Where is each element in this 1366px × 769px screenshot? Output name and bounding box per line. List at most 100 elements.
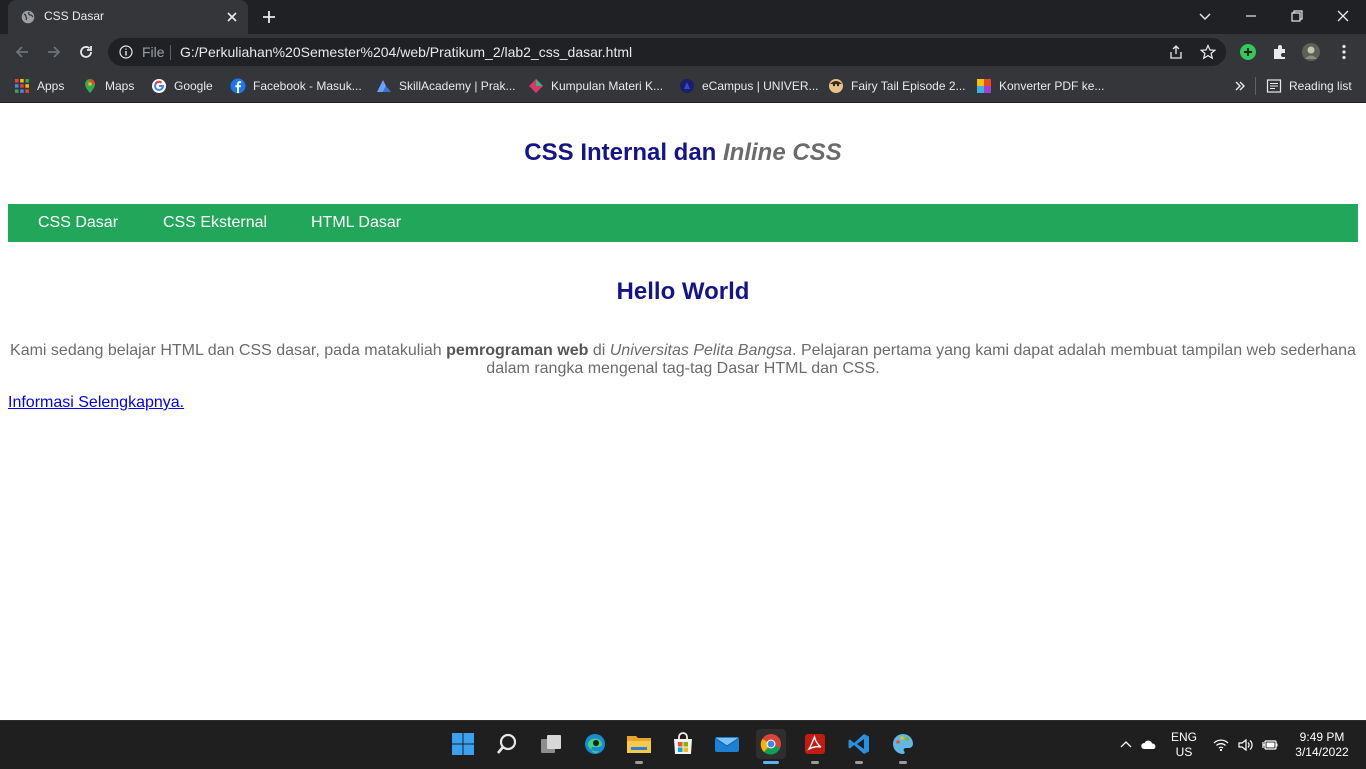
language-code: ENG xyxy=(1170,730,1197,744)
bookmark-label: Apps xyxy=(37,79,65,93)
url-text[interactable]: G:/Perkuliahan%20Semester%204/web/Pratik… xyxy=(180,44,632,60)
taskbar-app-paint[interactable] xyxy=(888,729,918,764)
site-info-icon[interactable] xyxy=(119,45,133,59)
chrome-menu-icon[interactable] xyxy=(1334,42,1354,62)
reading-list-label: Reading list xyxy=(1289,79,1352,93)
ecampus-icon xyxy=(680,79,694,93)
bookmark-facebook[interactable]: Facebook - Masuk... xyxy=(230,77,362,95)
bookmark-label: Kumpulan Materi K... xyxy=(551,79,664,93)
more-info-link[interactable]: Informasi Selengkapnya. xyxy=(8,394,184,412)
nav-link-css-eksternal[interactable]: CSS Eksternal xyxy=(163,214,267,232)
bookmark-star-icon[interactable] xyxy=(1200,44,1216,60)
google-icon xyxy=(152,79,166,93)
share-icon[interactable] xyxy=(1168,44,1184,60)
paragraph-text-1: Kami sedang belajar HTML dan CSS dasar, … xyxy=(10,342,447,359)
bookmark-label: SkillAcademy | Prak... xyxy=(399,79,516,93)
task-view-button[interactable] xyxy=(536,729,566,759)
skillacademy-icon xyxy=(377,80,391,92)
globe-icon xyxy=(21,10,35,24)
bookmark-fairy-tail[interactable]: Fairy Tail Episode 2... xyxy=(828,77,966,95)
page-title-main: CSS Internal dan xyxy=(524,139,723,166)
file-explorer-icon xyxy=(627,736,651,753)
bookmarks-bar: Apps Maps Google Facebook - Masuk... Ski… xyxy=(0,70,1366,103)
bookmark-apps[interactable]: Apps xyxy=(14,77,64,95)
language-region: US xyxy=(1175,745,1193,759)
microsoft-store-icon xyxy=(674,732,692,754)
new-tab-icon[interactable] xyxy=(260,8,278,26)
taskbar-app-acrobat[interactable] xyxy=(800,729,830,764)
nav-bar: CSS Dasar CSS Eksternal HTML Dasar xyxy=(8,204,1358,242)
fairy-tail-icon xyxy=(829,79,843,93)
close-tab-icon[interactable] xyxy=(224,9,240,25)
more-bookmarks-chevron-icon[interactable] xyxy=(1233,79,1247,93)
reading-list-icon xyxy=(1266,79,1282,93)
restore-icon[interactable] xyxy=(1286,6,1308,26)
tab-search-chevron-icon[interactable] xyxy=(1194,6,1216,26)
system-clock[interactable]: 9:49 PM 3/14/2022 xyxy=(1290,730,1354,760)
running-indicator xyxy=(811,761,819,764)
paragraph-bold: pemrograman web xyxy=(446,342,589,359)
minimize-icon[interactable] xyxy=(1240,6,1262,26)
close-window-icon[interactable] xyxy=(1332,6,1354,26)
bookmark-label: Konverter PDF ke... xyxy=(999,79,1105,93)
clock-time: 9:49 PM xyxy=(1299,730,1345,744)
taskbar-app-vscode[interactable] xyxy=(844,729,874,764)
extension-plus-icon[interactable] xyxy=(1238,42,1258,62)
reading-list-button[interactable]: Reading list xyxy=(1266,77,1352,95)
taskbar-app-mail[interactable] xyxy=(712,729,742,759)
onedrive-cloud-icon[interactable] xyxy=(1141,737,1157,753)
taskbar-app-file-explorer[interactable] xyxy=(624,729,654,764)
address-bar[interactable]: File G:/Perkuliahan%20Semester%204/web/P… xyxy=(108,38,1226,66)
edge-icon xyxy=(585,734,605,754)
pdf-converter-icon xyxy=(977,79,991,93)
taskbar-app-edge[interactable] xyxy=(580,729,610,759)
bookmark-label: Maps xyxy=(105,79,135,93)
back-arrow-icon[interactable] xyxy=(12,42,32,62)
windows-taskbar: ENG US 9:49 PM 3/14/2022 xyxy=(0,720,1366,769)
kumpulan-materi-icon xyxy=(529,79,543,93)
bookmark-maps[interactable]: Maps xyxy=(82,77,134,95)
bookmark-google[interactable]: Google xyxy=(151,77,213,95)
search-icon xyxy=(497,733,517,754)
nav-link-html-dasar[interactable]: HTML Dasar xyxy=(311,214,401,232)
profile-avatar-icon[interactable] xyxy=(1301,42,1321,62)
apps-grid-icon xyxy=(15,79,29,93)
bookmark-ecampus[interactable]: eCampus | UNIVER... xyxy=(679,77,818,95)
start-icon xyxy=(452,733,474,755)
content-heading: Hello World xyxy=(616,278,750,305)
reload-icon[interactable] xyxy=(76,42,96,62)
bookmarks-divider xyxy=(1255,77,1256,95)
taskbar-search-button[interactable] xyxy=(492,729,522,759)
chrome-icon xyxy=(760,734,781,755)
bookmark-label: eCampus | UNIVER... xyxy=(702,79,819,93)
volume-icon[interactable] xyxy=(1237,737,1253,753)
facebook-icon xyxy=(230,78,246,94)
nav-link-css-dasar[interactable]: CSS Dasar xyxy=(38,214,118,232)
bookmark-label: Google xyxy=(174,79,213,93)
start-button[interactable] xyxy=(448,729,478,759)
clock-date: 3/14/2022 xyxy=(1295,745,1349,759)
task-view-icon xyxy=(541,735,561,753)
taskbar-app-store[interactable] xyxy=(668,729,698,759)
page-viewport: CSS Internal dan Inline CSS CSS Dasar CS… xyxy=(0,103,1366,720)
battery-charging-icon[interactable] xyxy=(1262,737,1278,753)
bookmark-label: Facebook - Masuk... xyxy=(253,79,362,93)
active-indicator xyxy=(763,761,779,764)
input-language-indicator[interactable]: ENG US xyxy=(1168,730,1200,760)
extensions-puzzle-icon[interactable] xyxy=(1270,42,1290,62)
bookmark-skillacademy[interactable]: SkillAcademy | Prak... xyxy=(376,77,515,95)
show-hidden-icons-chevron-icon[interactable] xyxy=(1118,737,1134,753)
forward-arrow-icon[interactable] xyxy=(44,42,64,62)
wifi-icon[interactable] xyxy=(1213,737,1229,753)
tab-css-dasar[interactable]: CSS Dasar xyxy=(8,0,248,34)
page-title-italic: Inline CSS xyxy=(723,139,842,166)
taskbar-app-chrome[interactable] xyxy=(756,729,786,764)
bookmark-kumpulan-materi[interactable]: Kumpulan Materi K... xyxy=(528,77,663,95)
running-indicator xyxy=(899,761,907,764)
maps-pin-icon xyxy=(85,79,95,93)
bookmark-pdf-converter[interactable]: Konverter PDF ke... xyxy=(976,77,1104,95)
acrobat-icon xyxy=(805,734,825,754)
paragraph-text-2: di xyxy=(588,342,610,359)
scheme-label: File xyxy=(142,44,165,60)
mail-icon xyxy=(714,737,740,752)
